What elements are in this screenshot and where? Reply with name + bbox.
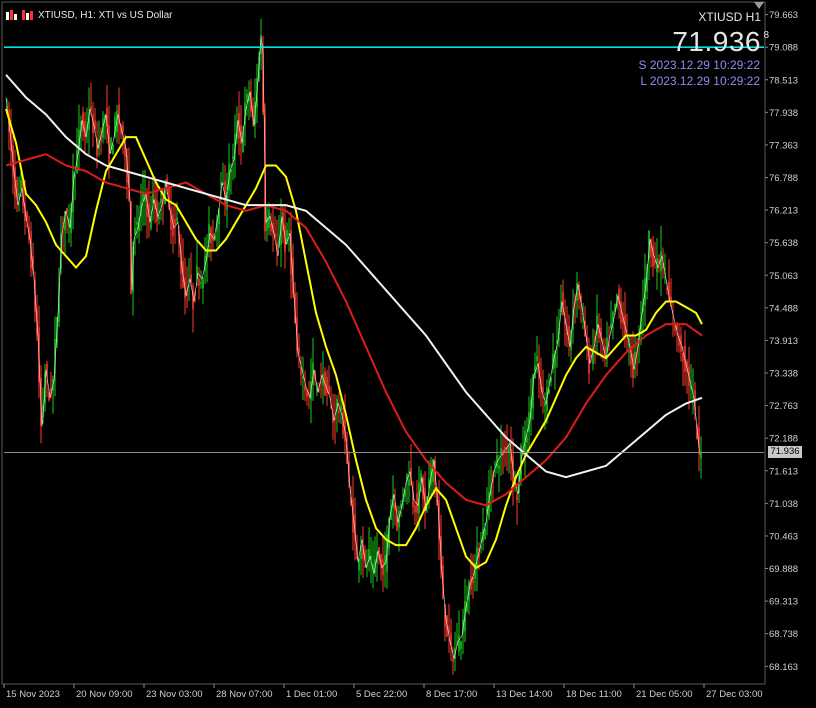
close-line [5, 35, 701, 659]
x-tick-label: 13 Dec 14:00 [496, 689, 553, 700]
chart-type-icon [6, 10, 18, 20]
symbol-timeframe: XTIUSD H1 [698, 10, 761, 24]
x-tick-label: 27 Dec 03:00 [706, 689, 763, 700]
price-superscript: 8 [763, 30, 769, 41]
y-tick-label: 79.663 [769, 10, 798, 21]
symbol-info: XTIUSD H1 [698, 10, 761, 24]
x-tick-label: 1 Dec 01:00 [286, 689, 337, 700]
x-tick-label: 8 Dec 17:00 [426, 689, 477, 700]
chart-window: 79.663 79.088 78.513 77.938 77.363 76.788 76.2… [0, 0, 816, 708]
y-tick-label: 68.738 [769, 629, 798, 640]
y-tick-label: 71.038 [769, 499, 798, 510]
quick-trade-arrow-icon[interactable] [754, 2, 764, 9]
x-tick-label: 15 Nov 2023 [6, 689, 60, 700]
x-tick-label: 28 Nov 07:00 [216, 689, 273, 700]
y-tick-label: 77.363 [769, 140, 798, 151]
y-tick-label: 77.938 [769, 108, 798, 119]
chart-header: XTIUSD, H1: XTI vs US Dollar [6, 8, 172, 22]
x-tick-label: 5 Dec 22:00 [356, 689, 407, 700]
local-time: L 2023.12.29 10:29:22 [640, 74, 760, 88]
y-tick-label: 72.188 [769, 434, 798, 445]
y-tick-label: 69.888 [769, 564, 798, 575]
y-tick-label: 79.088 [769, 43, 798, 54]
x-tick-label: 20 Nov 09:00 [76, 689, 133, 700]
current-price-tag: 71.936 [768, 446, 802, 459]
moving-average-3 [5, 74, 703, 479]
y-tick-label: 68.163 [769, 662, 798, 673]
y-tick-label: 74.488 [769, 303, 798, 314]
y-tick-label: 76.213 [769, 206, 798, 217]
chart-type-icon-2 [22, 10, 34, 20]
price-chart[interactable]: 79.663 79.088 78.513 77.938 77.363 76.788 76.2… [0, 0, 816, 708]
y-tick-label: 69.313 [769, 597, 798, 608]
x-tick-label: 21 Dec 05:00 [636, 689, 693, 700]
x-tick-label: 23 Nov 03:00 [146, 689, 203, 700]
y-tick-label: 76.788 [769, 173, 798, 184]
y-tick-label: 72.763 [769, 401, 798, 412]
y-tick-label: 75.638 [769, 238, 798, 249]
y-tick-label: 70.463 [769, 531, 798, 542]
server-time: S 2023.12.29 10:29:22 [638, 58, 760, 72]
y-tick-label: 73.913 [769, 336, 798, 347]
y-tick-label: 78.513 [769, 75, 798, 86]
chart-title: XTIUSD, H1: XTI vs US Dollar [38, 9, 173, 21]
y-tick-label: 75.063 [769, 271, 798, 282]
current-price: 71.936 [672, 26, 761, 57]
y-tick-label: 73.338 [769, 369, 798, 380]
y-tick-label: 71.613 [769, 466, 798, 477]
moving-average-1 [5, 108, 703, 570]
x-tick-label: 18 Dec 11:00 [566, 689, 622, 700]
